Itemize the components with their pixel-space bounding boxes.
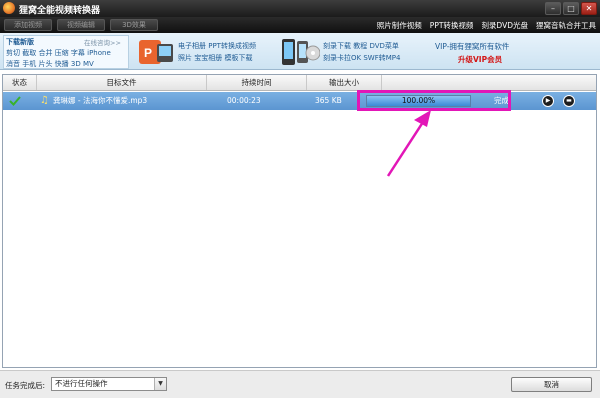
- header-progress: [382, 75, 596, 90]
- row-file-name: 龚琳娜 - 法海你不懂爱.mp3: [53, 96, 148, 105]
- window-controls: – □ ✕: [545, 2, 597, 15]
- header-duration[interactable]: 持续时间: [207, 75, 307, 90]
- after-completion-value: 不进行任何操作: [55, 379, 108, 388]
- window-title: 狸窝全能视频转换器: [19, 6, 101, 16]
- after-completion-label: 任务完成后:: [5, 381, 46, 390]
- toolbar: 添加视频 视频编辑 3D效果 照片制作视频 PPT转换视频 刻录DVD光盘 狸窝…: [0, 17, 600, 33]
- ppt-ad-line1[interactable]: 电子相册 PPT转换成视频: [178, 41, 256, 51]
- header-output-size[interactable]: 输出大小: [307, 75, 382, 90]
- bottom-bar: 任务完成后: 不进行任何操作 ▼ 取消: [0, 370, 600, 398]
- row-output-size: 365 KB: [315, 96, 342, 105]
- music-note-icon: ♫: [40, 95, 49, 106]
- link-burn-dvd[interactable]: 刻录DVD光盘: [481, 20, 528, 31]
- phone-dvd-icon: [282, 39, 320, 65]
- title-bar: 狸窝全能视频转换器 – □ ✕: [0, 0, 600, 17]
- close-button[interactable]: ✕: [581, 2, 597, 15]
- download-new-link[interactable]: 下载新版: [6, 37, 34, 47]
- link-photo-video[interactable]: 照片制作视频: [377, 20, 422, 31]
- upgrade-vip-link[interactable]: 升级VIP会员: [458, 54, 502, 65]
- chevron-down-icon[interactable]: ▼: [154, 378, 166, 390]
- ad-left-panel: 下载新版 在线咨询>> 剪切 截取 合并 压缩 字幕 iPhone 消音 手机 …: [3, 35, 129, 69]
- check-icon: [9, 96, 21, 106]
- header-status[interactable]: 状态: [3, 75, 37, 90]
- open-folder-button[interactable]: ▬: [563, 95, 575, 107]
- highlight-box: [357, 90, 511, 111]
- online-help-link[interactable]: 在线咨询>>: [84, 37, 121, 47]
- svg-text:P: P: [144, 46, 152, 60]
- feature-links-row2[interactable]: 消音 手机 片头 快播 3D MV: [6, 59, 94, 69]
- 3d-effect-button[interactable]: 3D效果: [110, 19, 158, 31]
- add-video-button[interactable]: 添加视频: [4, 19, 52, 31]
- vip-ad-line1[interactable]: VIP-拥有狸窝所有软件: [435, 41, 509, 52]
- top-links: 照片制作视频 PPT转换视频 刻录DVD光盘 狸窝音轨合并工具: [377, 20, 596, 31]
- maximize-button[interactable]: □: [563, 2, 579, 15]
- row-duration: 00:00:23: [227, 96, 261, 105]
- ad-banner: 下载新版 在线咨询>> 剪切 截取 合并 压缩 字幕 iPhone 消音 手机 …: [0, 33, 600, 70]
- link-audio-merge[interactable]: 狸窝音轨合并工具: [536, 20, 596, 31]
- burn-ad-line2[interactable]: 刻录卡拉OK SWF转MP4: [323, 53, 400, 63]
- link-ppt-video[interactable]: PPT转换视频: [430, 20, 474, 31]
- task-list: 状态 目标文件 持续时间 输出大小 ♫ 龚琳娜 - 法海你不懂爱.mp3 00:…: [2, 74, 597, 368]
- minimize-button[interactable]: –: [545, 2, 561, 15]
- cancel-button[interactable]: 取消: [511, 377, 592, 392]
- play-button[interactable]: ▶: [542, 95, 554, 107]
- video-edit-button[interactable]: 视频编辑: [57, 19, 105, 31]
- after-completion-select[interactable]: 不进行任何操作 ▼: [51, 377, 167, 391]
- table-header: 状态 目标文件 持续时间 输出大小: [3, 75, 596, 91]
- header-target-file[interactable]: 目标文件: [37, 75, 207, 90]
- ppt-ad-line2[interactable]: 照片 宝宝相册 模板下载: [178, 53, 252, 63]
- ppt-video-icon: P: [139, 40, 173, 64]
- feature-links-row1[interactable]: 剪切 截取 合并 压缩 字幕 iPhone: [6, 48, 111, 58]
- burn-ad-line1[interactable]: 刻录下载 教程 DVD菜单: [323, 41, 399, 51]
- app-logo-icon: [3, 2, 15, 14]
